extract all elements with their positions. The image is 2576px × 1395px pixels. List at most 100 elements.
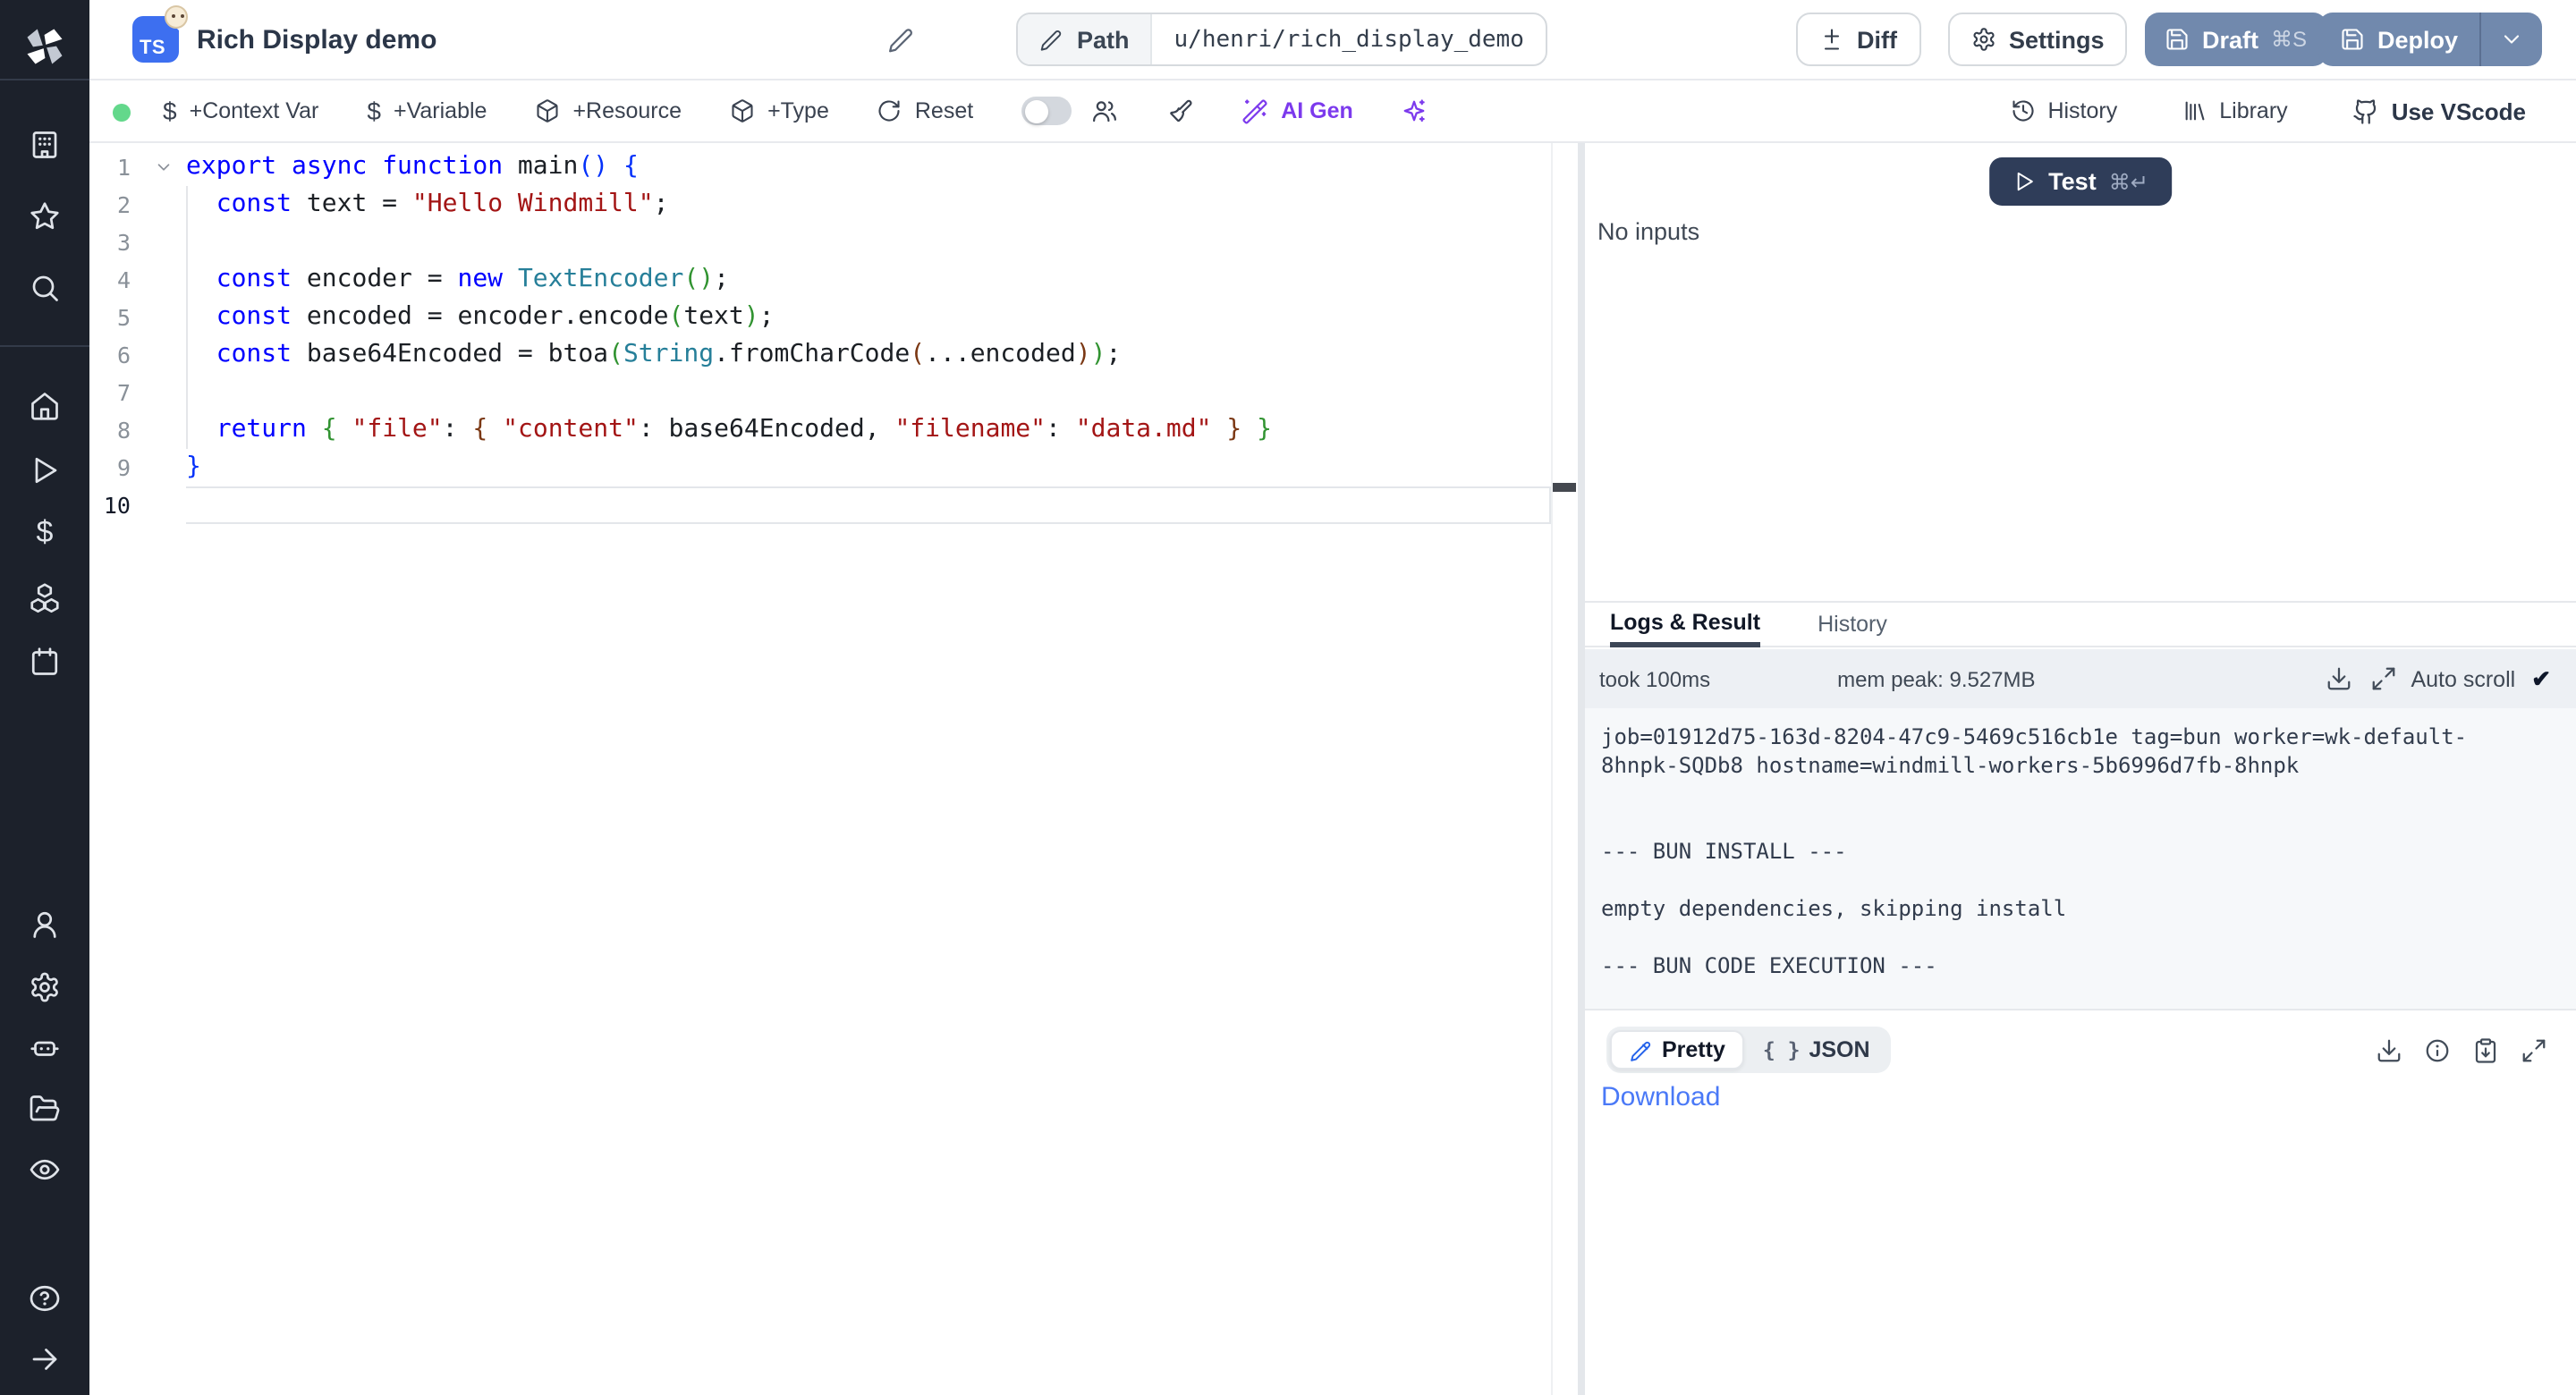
- code-text: [186, 224, 1551, 261]
- home-icon[interactable]: [29, 390, 61, 422]
- windmill-logo-icon[interactable]: [21, 23, 68, 70]
- path-button[interactable]: Path: [1018, 14, 1153, 64]
- expand-arrow-icon[interactable]: [29, 1343, 61, 1375]
- add-variable-label: +Variable: [394, 98, 487, 123]
- path-value: u/henri/rich_display_demo: [1153, 14, 1546, 64]
- workers-robot-icon[interactable]: [29, 1032, 61, 1064]
- code-line[interactable]: 6 const base64Encoded = btoa(String.from…: [89, 336, 1578, 374]
- code-text: const text = "Hello Windmill";: [186, 186, 1551, 224]
- format-button[interactable]: [1166, 97, 1193, 124]
- sidebar-divider: [0, 79, 89, 80]
- ai-gen-label: AI Gen: [1281, 98, 1353, 123]
- favorites-star-icon[interactable]: [29, 200, 61, 232]
- use-vscode-label: Use VScode: [2392, 97, 2526, 124]
- deploy-dropdown-button[interactable]: [2481, 13, 2542, 66]
- line-number: 1: [89, 148, 186, 186]
- user-icon[interactable]: [29, 909, 61, 941]
- result-download-link[interactable]: Download: [1601, 1082, 1720, 1112]
- workspace-building-icon[interactable]: [29, 129, 61, 161]
- info-icon[interactable]: [2424, 1036, 2451, 1063]
- download-logs-icon[interactable]: [2325, 665, 2351, 692]
- chevron-down-icon: [2499, 27, 2524, 52]
- add-resource-button[interactable]: +Resource: [535, 98, 682, 123]
- expand-logs-icon[interactable]: [2369, 665, 2396, 692]
- settings-button[interactable]: Settings: [1948, 13, 2128, 66]
- reset-label: Reset: [915, 98, 973, 123]
- tab-history[interactable]: History: [1818, 603, 1887, 646]
- json-view-button[interactable]: { } JSON: [1745, 1030, 1888, 1070]
- auto-scroll-check-icon[interactable]: ✔: [2531, 664, 2551, 693]
- code-line[interactable]: 4 const encoder = new TextEncoder();: [89, 261, 1578, 299]
- log-text: job=01912d75-163d-8204-47c9-5469c516cb1e…: [1585, 708, 2576, 994]
- line-number: 3: [89, 224, 186, 261]
- variables-dollar-icon[interactable]: $: [29, 517, 61, 549]
- history-button[interactable]: History: [2010, 98, 2117, 123]
- download-result-icon[interactable]: [2376, 1036, 2402, 1063]
- test-shortcut: ⌘↵: [2109, 169, 2148, 194]
- code-text: [186, 486, 1551, 524]
- code-line[interactable]: 5 const encoded = encoder.encode(text);: [89, 299, 1578, 336]
- library-button[interactable]: Library: [2182, 98, 2287, 123]
- library-label: Library: [2219, 98, 2287, 123]
- add-type-button[interactable]: +Type: [730, 98, 829, 123]
- code-text: const encoded = encoder.encode(text);: [186, 299, 1551, 336]
- memory-peak: mem peak: 9.527MB: [1837, 666, 2035, 691]
- ai-sparkles-button[interactable]: [1402, 97, 1428, 124]
- code-line[interactable]: 2 const text = "Hello Windmill";: [89, 186, 1578, 224]
- folders-icon[interactable]: [29, 1093, 61, 1125]
- editor-toolbar: $ +Context Var $ +Variable +Resource +Ty…: [89, 80, 2576, 143]
- add-resource-label: +Resource: [572, 98, 682, 123]
- draft-button[interactable]: Draft ⌘S: [2145, 13, 2326, 66]
- copy-clipboard-icon[interactable]: [2472, 1036, 2499, 1063]
- refresh-icon: [877, 98, 902, 123]
- deploy-button-group: Deploy: [2318, 13, 2542, 66]
- library-icon: [2182, 98, 2207, 123]
- toolbar-left: $ +Context Var $ +Variable +Resource +Ty…: [163, 80, 1428, 141]
- use-vscode-button[interactable]: Use VScode: [2352, 97, 2526, 124]
- runs-play-icon[interactable]: [29, 454, 61, 486]
- code-line[interactable]: 8 return { "file": { "content": base64En…: [89, 411, 1578, 449]
- sidebar-divider: [0, 345, 89, 347]
- code-line[interactable]: 10: [89, 486, 1578, 524]
- settings-gear-icon[interactable]: [29, 971, 61, 1003]
- pretty-view-button[interactable]: Pretty: [1610, 1030, 1745, 1070]
- search-icon[interactable]: [29, 272, 61, 304]
- package-icon: [535, 98, 560, 123]
- help-question-icon[interactable]: [29, 1282, 61, 1315]
- bun-runtime-badge: [165, 5, 188, 29]
- dollar-icon: $: [367, 97, 381, 125]
- fullscreen-icon[interactable]: [2521, 1036, 2547, 1063]
- code-line[interactable]: 7: [89, 374, 1578, 411]
- line-number: 6: [89, 336, 186, 374]
- tab-logs-result[interactable]: Logs & Result: [1610, 603, 1760, 647]
- code-text: }: [186, 449, 1551, 486]
- collaboration-toggle[interactable]: [1021, 97, 1072, 125]
- code-editor[interactable]: 1export async function main() {2 const t…: [89, 143, 1578, 1395]
- code-lines[interactable]: 1export async function main() {2 const t…: [89, 148, 1578, 524]
- app-sidebar: $: [0, 0, 89, 1395]
- audit-eye-icon[interactable]: [29, 1154, 61, 1186]
- editor-scrollbar-lane[interactable]: [1551, 143, 1553, 1395]
- code-line[interactable]: 1export async function main() {: [89, 148, 1578, 186]
- add-variable-button[interactable]: $ +Variable: [367, 97, 487, 125]
- paintbrush-icon: [1166, 97, 1193, 124]
- code-line[interactable]: 9}: [89, 449, 1578, 486]
- users-button[interactable]: [1091, 97, 1118, 124]
- path-control[interactable]: Path u/henri/rich_display_demo: [1016, 13, 1547, 66]
- deploy-button[interactable]: Deploy: [2318, 13, 2479, 66]
- add-context-var-button[interactable]: $ +Context Var: [163, 97, 318, 125]
- diff-icon: [1819, 27, 1844, 52]
- log-output[interactable]: job=01912d75-163d-8204-47c9-5469c516cb1e…: [1585, 708, 2576, 1010]
- ai-gen-button[interactable]: AI Gen: [1241, 97, 1353, 124]
- schedules-calendar-icon[interactable]: [29, 646, 61, 678]
- test-button[interactable]: Test ⌘↵: [1989, 157, 2172, 206]
- reset-button[interactable]: Reset: [877, 98, 973, 123]
- run-duration: took 100ms: [1599, 666, 1710, 691]
- edit-title-pencil-icon[interactable]: [887, 27, 914, 54]
- line-number: 5: [89, 299, 186, 336]
- draft-button-label: Draft: [2202, 26, 2258, 53]
- auto-scroll-label[interactable]: Auto scroll: [2411, 666, 2515, 691]
- resources-boxes-icon[interactable]: [29, 581, 61, 613]
- code-line[interactable]: 3: [89, 224, 1578, 261]
- diff-button[interactable]: Diff: [1796, 13, 1920, 66]
